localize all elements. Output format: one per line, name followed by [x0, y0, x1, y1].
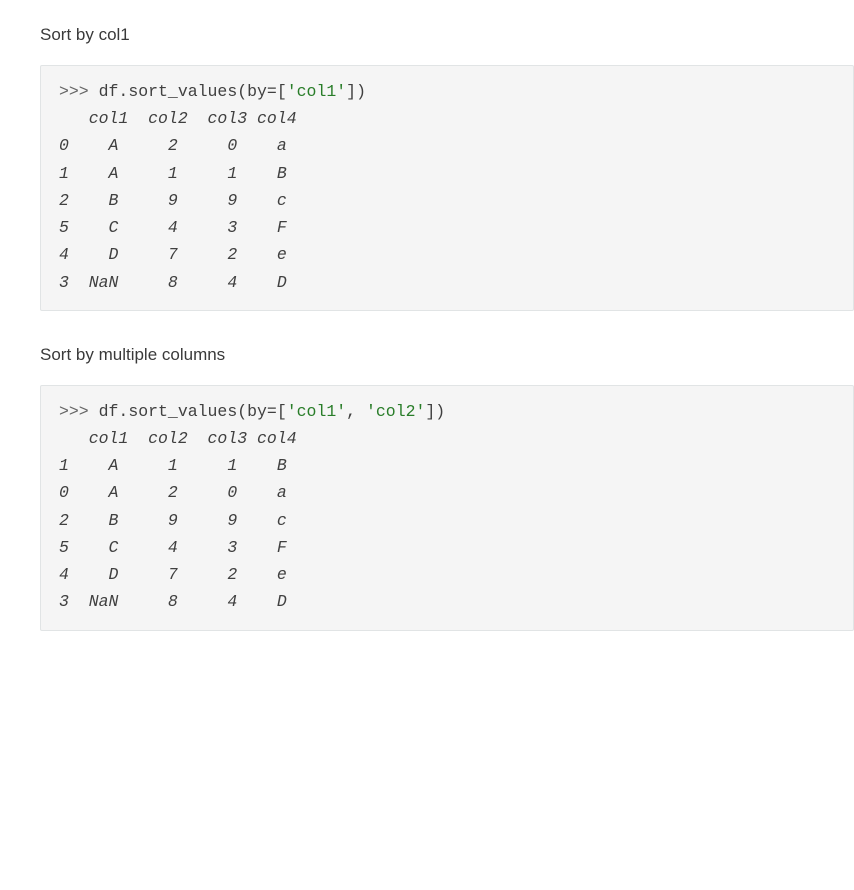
section-intro: Sort by multiple columns [40, 345, 854, 365]
code-output: col1 col2 col3 col4 1 A 1 1 B 0 A 2 0 a … [59, 429, 297, 611]
code-pre: >>> df.sort_values(by=['col1']) col1 col… [59, 78, 835, 296]
code-block: >>> df.sort_values(by=['col1']) col1 col… [40, 65, 854, 311]
code-output: col1 col2 col3 col4 0 A 2 0 a 1 A 1 1 B … [59, 109, 297, 291]
code-text: ]) [346, 82, 366, 101]
code-string: 'col1' [287, 82, 346, 101]
code-text: df.sort_values(by=[ [99, 402, 287, 421]
code-text: ]) [425, 402, 445, 421]
code-string: 'col2' [366, 402, 425, 421]
code-pre: >>> df.sort_values(by=['col1', 'col2']) … [59, 398, 835, 616]
code-string: 'col1' [287, 402, 346, 421]
repl-prompt: >>> [59, 82, 99, 101]
code-block: >>> df.sort_values(by=['col1', 'col2']) … [40, 385, 854, 631]
code-sep: , [346, 402, 366, 421]
repl-prompt: >>> [59, 402, 99, 421]
code-text: df.sort_values(by=[ [99, 82, 287, 101]
section-intro: Sort by col1 [40, 25, 854, 45]
